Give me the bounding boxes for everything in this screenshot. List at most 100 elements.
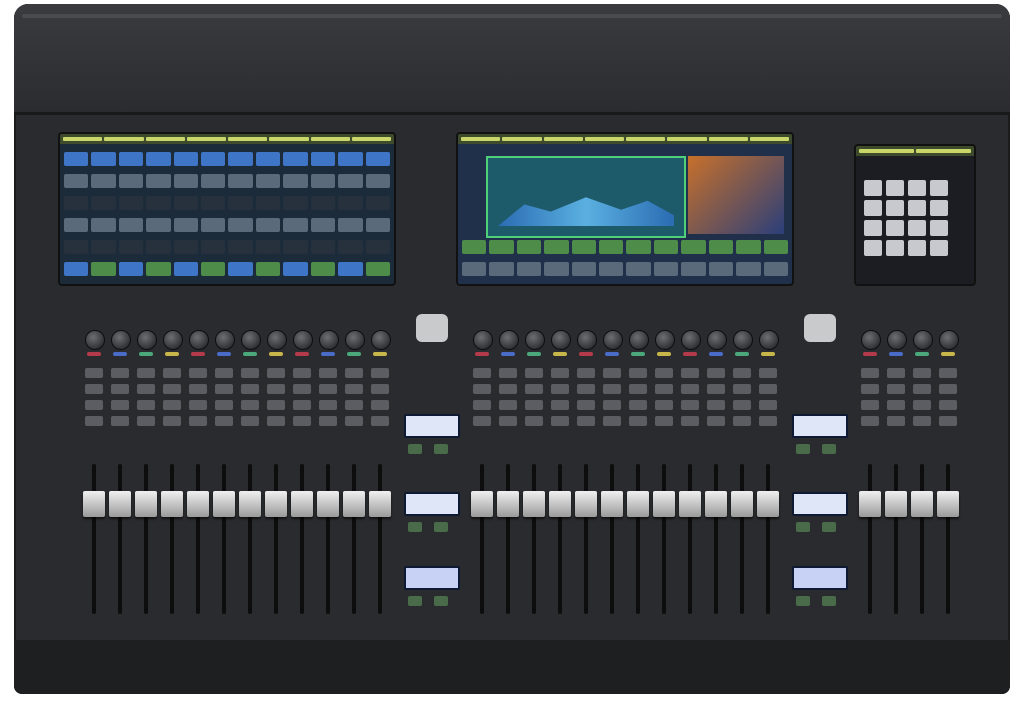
channel-button[interactable] [137, 384, 155, 394]
screen-cell[interactable] [626, 240, 651, 254]
pad-button[interactable] [886, 200, 904, 216]
screen-cell[interactable] [310, 218, 336, 232]
rotary-encoder[interactable] [733, 330, 753, 350]
fader-cap[interactable] [161, 491, 183, 518]
channel-button[interactable] [551, 416, 569, 426]
channel-button[interactable] [733, 400, 751, 410]
fader-cap[interactable] [109, 491, 131, 518]
fader-cap[interactable] [653, 491, 675, 518]
channel-button[interactable] [215, 400, 233, 410]
pad-button[interactable] [930, 200, 948, 216]
screen-cell[interactable] [653, 262, 679, 276]
channel-button[interactable] [215, 384, 233, 394]
rotary-encoder[interactable] [603, 330, 623, 350]
rotary-encoder[interactable] [241, 330, 261, 350]
channel-button[interactable] [241, 416, 259, 426]
screen-cell[interactable] [544, 240, 569, 254]
screen-cell[interactable] [228, 262, 253, 276]
pad-button[interactable] [864, 200, 882, 216]
channel-button[interactable] [551, 384, 569, 394]
screen-cell[interactable] [365, 174, 390, 188]
channel-button[interactable] [319, 400, 337, 410]
fader-cap[interactable] [705, 491, 727, 518]
channel-button[interactable] [887, 384, 905, 394]
channel-button[interactable] [525, 400, 543, 410]
channel-button[interactable] [473, 416, 491, 426]
channel-button[interactable] [913, 368, 931, 378]
screen-cell[interactable] [201, 196, 226, 210]
screen-cell[interactable] [118, 174, 144, 188]
screen-cell[interactable] [462, 240, 487, 254]
fader-cap[interactable] [757, 491, 779, 518]
pad-button[interactable] [930, 240, 948, 256]
screen-cell[interactable] [599, 262, 624, 276]
screen-cell[interactable] [763, 262, 788, 276]
screen-cell[interactable] [338, 262, 363, 276]
section-button[interactable] [822, 596, 836, 606]
channel-button[interactable] [319, 384, 337, 394]
channel-button[interactable] [551, 400, 569, 410]
channel-button[interactable] [681, 368, 699, 378]
channel-button[interactable] [861, 416, 879, 426]
channel-button[interactable] [215, 416, 233, 426]
screen-cell[interactable] [228, 174, 253, 188]
fader-cap[interactable] [575, 491, 597, 518]
section-button[interactable] [408, 444, 422, 454]
rotary-encoder[interactable] [655, 330, 675, 350]
rotary-encoder[interactable] [681, 330, 701, 350]
rotary-encoder[interactable] [319, 330, 339, 350]
rotary-encoder[interactable] [85, 330, 105, 350]
screen-cell[interactable] [516, 240, 542, 254]
pad-button[interactable] [864, 180, 882, 196]
rotary-encoder[interactable] [551, 330, 571, 350]
effects-panel[interactable] [688, 156, 784, 234]
channel-button[interactable] [681, 400, 699, 410]
channel-button[interactable] [733, 416, 751, 426]
screen-cell[interactable] [91, 262, 116, 276]
fader-cap[interactable] [937, 491, 959, 518]
screen-cell[interactable] [462, 262, 487, 276]
channel-button[interactable] [137, 368, 155, 378]
screen-cell[interactable] [118, 196, 144, 210]
screen-cell[interactable] [283, 240, 308, 254]
channel-button[interactable] [189, 416, 207, 426]
fader-cap[interactable] [679, 491, 701, 518]
screen-cell[interactable] [146, 174, 171, 188]
screen-cell[interactable] [91, 196, 116, 210]
screen-cell[interactable] [681, 262, 706, 276]
channel-button[interactable] [267, 400, 285, 410]
channel-button[interactable] [577, 368, 595, 378]
screen-cell[interactable] [64, 262, 89, 276]
section-button[interactable] [822, 522, 836, 532]
channel-button[interactable] [499, 400, 517, 410]
channel-button[interactable] [655, 416, 673, 426]
fader-cap[interactable] [369, 491, 391, 518]
channel-button[interactable] [681, 384, 699, 394]
channel-button[interactable] [577, 384, 595, 394]
channel-button[interactable] [655, 400, 673, 410]
channel-button[interactable] [85, 416, 103, 426]
channel-button[interactable] [759, 368, 777, 378]
screen-cell[interactable] [283, 152, 308, 166]
screen-cell[interactable] [91, 218, 116, 232]
channel-button[interactable] [707, 384, 725, 394]
screen-cell[interactable] [255, 174, 281, 188]
channel-button[interactable] [499, 384, 517, 394]
fader-cap[interactable] [265, 491, 287, 518]
channel-button[interactable] [499, 368, 517, 378]
screen-cell[interactable] [118, 218, 144, 232]
screen-cell[interactable] [255, 196, 281, 210]
screen-cell[interactable] [283, 262, 308, 276]
channel-button[interactable] [939, 416, 957, 426]
rotary-encoder[interactable] [525, 330, 545, 350]
fader-cap[interactable] [911, 491, 933, 518]
screen-cell[interactable] [365, 196, 390, 210]
channel-button[interactable] [707, 400, 725, 410]
section-button[interactable] [796, 522, 810, 532]
rotary-encoder[interactable] [939, 330, 959, 350]
channel-button[interactable] [163, 400, 181, 410]
channel-button[interactable] [319, 368, 337, 378]
screen-cell[interactable] [255, 262, 281, 276]
channel-button[interactable] [241, 384, 259, 394]
screen-cell[interactable] [571, 240, 597, 254]
